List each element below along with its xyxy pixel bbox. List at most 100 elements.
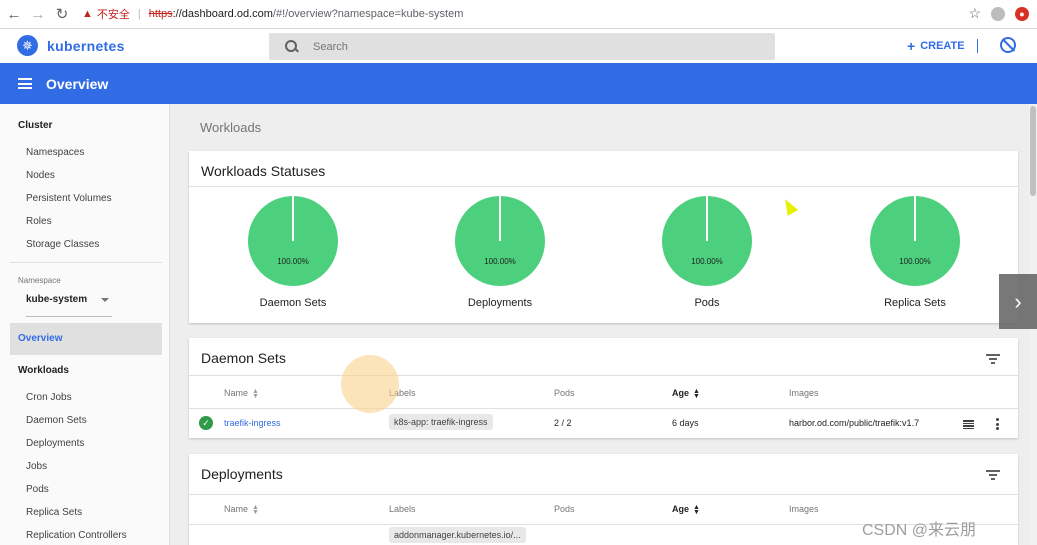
- sidebar-item-overview-label: Overview: [18, 333, 63, 344]
- insecure-label: 不安全: [96, 9, 130, 21]
- url-host: ://dashboard.od.com: [172, 8, 273, 20]
- sidebar-item-deployments[interactable]: Deployments: [26, 438, 84, 449]
- toolbar-title: Overview: [46, 75, 109, 92]
- sort-icon: ▲ ▼: [252, 503, 259, 516]
- user-logged-out-icon[interactable]: [1000, 37, 1016, 53]
- warning-triangle-icon: ▲: [82, 8, 93, 20]
- pie-label: Daemon Sets: [259, 297, 327, 309]
- hamburger-menu-icon[interactable]: [18, 78, 32, 89]
- row-divider: [189, 408, 1018, 409]
- search-bar[interactable]: [269, 33, 775, 60]
- sidebar-item-nodes[interactable]: Nodes: [26, 170, 55, 181]
- chevron-right-icon[interactable]: ›: [999, 274, 1037, 329]
- sidebar-heading-workloads[interactable]: Workloads: [18, 365, 69, 376]
- workloads-statuses-card: Workloads Statuses 100.00% Daemon Sets 1…: [189, 151, 1018, 323]
- pie-value: 100.00%: [277, 257, 309, 266]
- search-icon: [285, 39, 299, 54]
- image-value: harbor.od.com/public/traefik:v1.7: [789, 418, 920, 428]
- column-header-name[interactable]: Name ▲ ▼: [224, 503, 259, 516]
- card-divider: [189, 494, 1018, 495]
- column-header-name[interactable]: Name ▲ ▼: [224, 387, 259, 400]
- sidebar-item-jobs[interactable]: Jobs: [26, 461, 47, 472]
- label-chip: k8s-app: traefik-ingress: [389, 414, 493, 430]
- sidebar-item-overview[interactable]: Overview: [10, 323, 162, 355]
- app-header: ✵ kubernetes + CREATE: [0, 29, 1037, 63]
- page-title: Workloads: [200, 120, 262, 135]
- column-header-age[interactable]: Age ▲ ▼: [672, 503, 700, 516]
- column-header-age[interactable]: Age ▲ ▼: [672, 387, 700, 400]
- url-path: /#!/overview?namespace=kube-system: [272, 8, 464, 20]
- pods-count: 2 / 2: [554, 418, 572, 428]
- daemon-sets-card: Daemon Sets Name ▲ ▼ Labels Pods Age ▲ ▼ Ima…: [189, 338, 1018, 438]
- sidebar-heading-cluster[interactable]: Cluster: [18, 120, 52, 131]
- create-label: CREATE: [920, 40, 965, 52]
- namespace-label: Namespace: [18, 276, 61, 285]
- bookmark-star-icon[interactable]: ☆: [968, 5, 981, 22]
- pie-label: Deployments: [467, 297, 533, 309]
- watermark: CSDN @来云朋: [862, 522, 977, 539]
- card-divider: [189, 375, 1018, 376]
- search-input[interactable]: [313, 40, 733, 53]
- column-header-images: Images: [789, 388, 819, 398]
- pie-chart-replica-sets[interactable]: [870, 196, 960, 286]
- click-highlight: [341, 355, 399, 413]
- sidebar-divider: [10, 262, 162, 263]
- column-header-pods: Pods: [554, 504, 575, 514]
- filter-icon[interactable]: [986, 354, 1000, 364]
- brand-name[interactable]: kubernetes: [47, 38, 125, 54]
- logs-icon[interactable]: [963, 420, 974, 429]
- page-toolbar: Overview: [0, 63, 1037, 104]
- reload-icon[interactable]: ↻: [52, 4, 72, 24]
- column-header-pods: Pods: [554, 388, 575, 398]
- sort-icon: ▲ ▼: [693, 387, 700, 400]
- pie-value: 100.00%: [484, 257, 516, 266]
- column-header-images: Images: [789, 504, 819, 514]
- sidebar-item-replica-sets[interactable]: Replica Sets: [26, 507, 82, 518]
- card-title: Deployments: [201, 466, 283, 482]
- scrollbar-thumb[interactable]: [1030, 106, 1036, 196]
- sort-icon: ▲ ▼: [693, 503, 700, 516]
- sidebar-item-daemon-sets[interactable]: Daemon Sets: [26, 415, 87, 426]
- column-header-labels: Labels: [389, 504, 416, 514]
- card-divider: [189, 186, 1018, 187]
- sidebar: Cluster Namespaces Nodes Persistent Volu…: [0, 104, 170, 545]
- forward-icon[interactable]: →: [28, 4, 48, 24]
- sidebar-item-replication-controllers[interactable]: Replication Controllers: [26, 530, 127, 541]
- age-value: 6 days: [672, 418, 699, 428]
- sidebar-item-pods[interactable]: Pods: [26, 484, 49, 495]
- kubernetes-logo-icon[interactable]: ✵: [17, 35, 38, 56]
- pie-label: Replica Sets: [884, 297, 946, 309]
- sidebar-item-roles[interactable]: Roles: [26, 216, 52, 227]
- pie-chart-deployments[interactable]: [455, 196, 545, 286]
- label-chip: addonmanager.kubernetes.io/...: [389, 527, 526, 543]
- pie-label: Pods: [694, 297, 720, 309]
- filter-icon[interactable]: [986, 470, 1000, 480]
- pie-value: 100.00%: [899, 257, 931, 266]
- address-bar[interactable]: ▲ 不安全 | https ://dashboard.od.com /#!/ov…: [82, 6, 463, 22]
- card-title: Workloads Statuses: [201, 163, 326, 179]
- sidebar-item-storage-classes[interactable]: Storage Classes: [26, 239, 99, 250]
- namespace-value: kube-system: [26, 294, 88, 305]
- daemon-set-name-link[interactable]: traefik-ingress: [224, 418, 281, 428]
- sidebar-item-namespaces[interactable]: Namespaces: [26, 147, 84, 158]
- more-vert-icon[interactable]: [995, 418, 999, 430]
- extension-icon[interactable]: ●: [1015, 6, 1029, 21]
- browser-bar: ← → ↻ ▲ 不安全 | https ://dashboard.od.com …: [0, 0, 1037, 29]
- profile-avatar-icon[interactable]: [991, 6, 1005, 21]
- sidebar-item-persistent-volumes[interactable]: Persistent Volumes: [26, 193, 112, 204]
- chevron-down-icon: [101, 298, 109, 302]
- create-button[interactable]: + CREATE: [907, 38, 965, 54]
- namespace-select[interactable]: kube-system: [26, 294, 112, 317]
- card-title: Daemon Sets: [201, 350, 286, 366]
- address-separator: |: [137, 8, 141, 20]
- pie-value: 100.00%: [691, 257, 723, 266]
- header-divider: [977, 39, 978, 53]
- plus-icon: +: [907, 38, 916, 54]
- pie-chart-daemon-sets[interactable]: [248, 196, 338, 286]
- sort-icon: ▲ ▼: [252, 387, 259, 400]
- url-scheme: https: [148, 8, 173, 20]
- pie-chart-pods[interactable]: [662, 196, 752, 286]
- sidebar-item-cron-jobs[interactable]: Cron Jobs: [26, 392, 72, 403]
- back-icon[interactable]: ←: [4, 4, 24, 24]
- check-circle-icon: ✓: [199, 416, 213, 430]
